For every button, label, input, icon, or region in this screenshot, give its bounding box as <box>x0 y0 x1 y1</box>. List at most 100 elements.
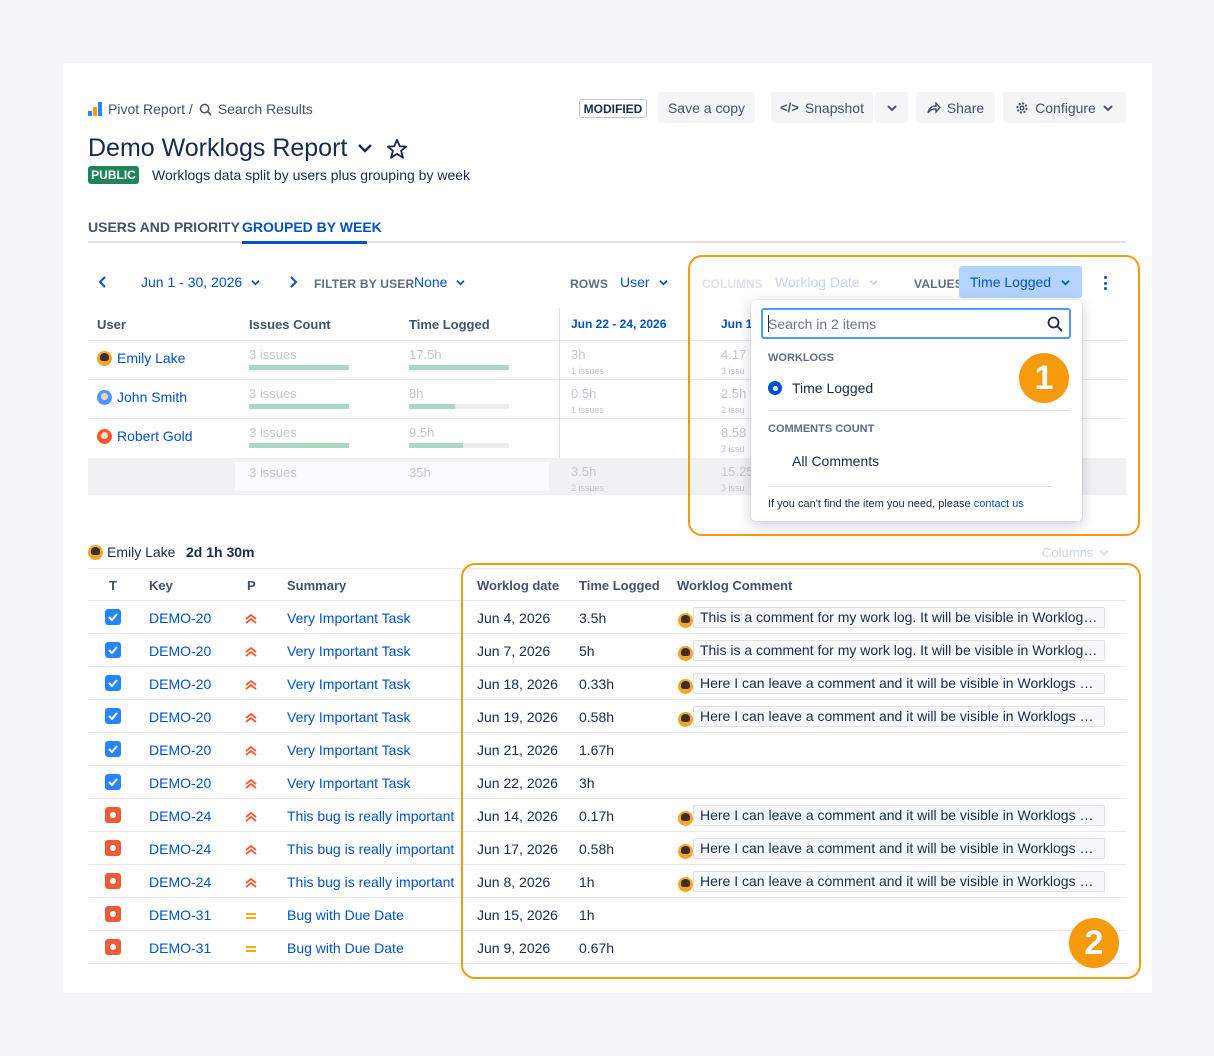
pivot-time-value[interactable]: 8h <box>409 386 423 401</box>
issue-key-link[interactable]: DEMO-24 <box>149 808 211 824</box>
search-icon <box>199 103 212 116</box>
issue-summary-link[interactable]: Very Important Task <box>287 709 410 725</box>
columns-button[interactable]: Columns <box>1042 545 1109 560</box>
pivot-issues-value[interactable]: 3 issues <box>249 425 297 440</box>
bug-type-icon <box>105 807 121 823</box>
task-type-icon <box>105 642 121 658</box>
issue-key-link[interactable]: DEMO-20 <box>149 676 211 692</box>
total-week1[interactable]: 3.5h <box>571 464 596 479</box>
save-copy-button[interactable]: Save a copy <box>658 92 755 123</box>
issue-summary-link[interactable]: Very Important Task <box>287 643 410 659</box>
issue-key-link[interactable]: DEMO-20 <box>149 742 211 758</box>
page-title[interactable]: Demo Worklogs Report <box>88 132 373 164</box>
issue-key-link[interactable]: DEMO-20 <box>149 643 211 659</box>
chevron-down-icon <box>1103 104 1113 111</box>
share-button[interactable]: Share <box>916 92 995 123</box>
issue-key-link[interactable]: DEMO-31 <box>149 907 211 923</box>
priority-high-icon <box>245 743 257 761</box>
chevron-down-icon <box>658 279 668 285</box>
tab-users-and-priority[interactable]: USERS AND PRIORITY <box>88 219 240 235</box>
issue-key-link[interactable]: DEMO-20 <box>149 775 211 791</box>
pivot-user-link[interactable]: John Smith <box>117 389 187 405</box>
pivot-time-value[interactable]: 17.5h <box>409 347 442 362</box>
chevron-down-icon <box>456 279 466 285</box>
filter-by-user-select[interactable]: None <box>414 274 466 290</box>
priority-high-icon <box>245 677 257 695</box>
total-time[interactable]: 35h <box>409 465 431 480</box>
total-week1-sub: 2 issues <box>571 483 605 493</box>
rows-select[interactable]: User <box>620 274 669 290</box>
snapshot-dropdown-button[interactable] <box>875 92 908 123</box>
detail-header-type: T <box>109 578 117 593</box>
pivot-user-link[interactable]: Robert Gold <box>117 428 192 444</box>
pivot-week1-value[interactable]: 0.5h <box>571 386 596 401</box>
detail-header-summary: Summary <box>287 578 347 593</box>
task-type-icon <box>105 708 121 724</box>
issue-summary-link[interactable]: Very Important Task <box>287 610 410 626</box>
pivot-issues-bar <box>249 404 349 409</box>
priority-medium-icon <box>245 941 257 959</box>
breadcrumb-root[interactable]: Pivot Report / <box>108 101 193 117</box>
priority-high-icon <box>245 776 257 794</box>
chevron-down-icon <box>1100 550 1109 556</box>
filter-by-user-label: FILTER BY USER <box>314 277 415 291</box>
chevron-down-icon <box>886 104 897 111</box>
highlight-box-values <box>688 255 1140 536</box>
pivot-time-bar <box>409 443 509 448</box>
pivot-issues-value[interactable]: 3 issues <box>249 347 297 362</box>
pivot-report-icon <box>88 102 102 116</box>
pivot-header-time-logged: Time Logged <box>409 317 490 332</box>
pivot-issues-bar <box>249 443 349 448</box>
pivot-time-value[interactable]: 9.5h <box>409 425 434 440</box>
date-range-select[interactable]: Jun 1 - 30, 2026 <box>141 274 261 290</box>
task-type-icon <box>105 741 121 757</box>
share-icon <box>927 101 941 114</box>
issue-summary-link[interactable]: Very Important Task <box>287 775 410 791</box>
pivot-week1-sub: 1 issues <box>571 366 605 376</box>
issue-key-link[interactable]: DEMO-20 <box>149 610 211 626</box>
issue-summary-link[interactable]: Bug with Due Date <box>287 907 404 923</box>
issue-key-link[interactable]: DEMO-20 <box>149 709 211 725</box>
bug-type-icon <box>105 939 121 955</box>
prev-period-icon[interactable] <box>98 276 108 288</box>
callout-badge-1: 1 <box>1019 353 1069 403</box>
chevron-down-icon <box>358 144 373 153</box>
issue-key-link[interactable]: DEMO-31 <box>149 940 211 956</box>
issue-summary-link[interactable]: This bug is really important <box>287 808 454 824</box>
breadcrumb: Pivot Report / Search Results <box>88 100 313 118</box>
pivot-header-user: User <box>97 317 126 332</box>
breadcrumb-current[interactable]: Search Results <box>218 101 313 117</box>
task-type-icon <box>105 675 121 691</box>
public-badge: PUBLIC <box>88 166 139 184</box>
pivot-week1-sub: 1 issues <box>571 405 605 415</box>
issue-summary-link[interactable]: This bug is really important <box>287 874 454 890</box>
issue-summary-link[interactable]: Bug with Due Date <box>287 940 404 956</box>
avatar <box>88 545 103 560</box>
report-description: Worklogs data split by users plus groupi… <box>152 167 471 183</box>
pivot-issues-value[interactable]: 3 issues <box>249 386 297 401</box>
bug-type-icon <box>105 840 121 856</box>
detail-total: 2d 1h 30m <box>186 544 255 560</box>
priority-high-icon <box>245 875 257 893</box>
total-issues[interactable]: 3 issues <box>249 465 297 480</box>
issue-key-link[interactable]: DEMO-24 <box>149 841 211 857</box>
pivot-user-link[interactable]: Emily Lake <box>117 350 185 366</box>
tab-grouped-by-week[interactable]: GROUPED BY WEEK <box>242 219 382 235</box>
task-type-icon <box>105 609 121 625</box>
avatar <box>97 351 112 366</box>
issue-summary-link[interactable]: Very Important Task <box>287 676 410 692</box>
issue-summary-link[interactable]: Very Important Task <box>287 742 410 758</box>
next-period-icon[interactable] <box>288 276 298 288</box>
snapshot-button[interactable]: </> Snapshot <box>771 92 873 123</box>
priority-high-icon <box>245 710 257 728</box>
issue-key-link[interactable]: DEMO-24 <box>149 874 211 890</box>
priority-high-icon <box>245 644 257 662</box>
issue-summary-link[interactable]: This bug is really important <box>287 841 454 857</box>
star-icon[interactable] <box>386 138 408 160</box>
pivot-week1-value[interactable]: 3h <box>571 347 585 362</box>
chevron-down-icon <box>251 279 260 285</box>
configure-button[interactable]: Configure <box>1003 92 1126 123</box>
pivot-time-bar <box>409 404 509 409</box>
pivot-issues-bar <box>249 365 349 370</box>
pivot-header-week-1[interactable]: Jun 22 - 24, 2026 <box>571 317 666 331</box>
